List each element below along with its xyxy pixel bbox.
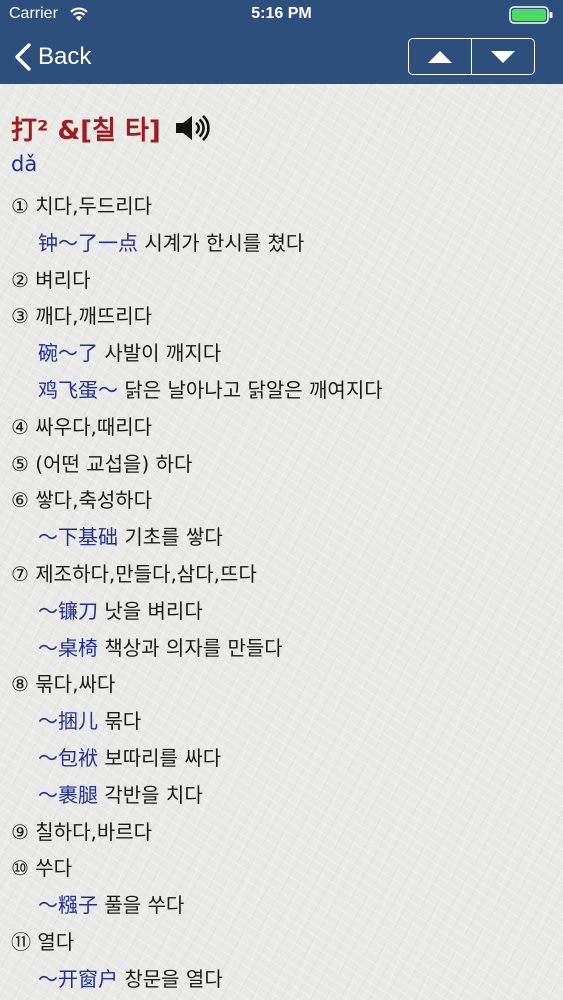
sense-line: ⑨ 칠하다,바르다	[11, 819, 153, 844]
example-chinese: ～捆儿	[38, 709, 98, 734]
entry-stepper	[408, 38, 535, 75]
example-translation: 시계가 한시를 쳤다	[138, 230, 305, 255]
example-chinese: ～包袱	[38, 746, 98, 770]
example-line: ～桌椅 책상과 의자를 만들다	[38, 630, 563, 666]
next-entry-button[interactable]	[471, 39, 534, 74]
headword: 打² &[칠 타]	[11, 115, 161, 146]
example-chinese: ～开窗户	[38, 966, 118, 991]
sense-line: ④ 싸우다,때리다	[11, 414, 153, 439]
sense-line: ① 치다,두드리다	[11, 194, 153, 218]
example-translation: 창문을 열다	[118, 966, 223, 991]
example-chinese: ～镰刀	[38, 598, 98, 623]
sense-line: ⑤ (어떤 교섭을) 하다	[11, 451, 193, 476]
example-translation: 각반을 치다	[98, 782, 203, 807]
example-translation: 묶다	[98, 709, 142, 734]
example-chinese: ～糨子	[38, 893, 98, 918]
example-translation: 책상과 의자를 만들다	[98, 635, 283, 660]
example-chinese: ～桌椅	[38, 635, 98, 660]
pinyin: dǎ	[11, 152, 38, 176]
sense-line: ⑦ 제조하다,만들다,삼다,뜨다	[11, 562, 257, 586]
example-chinese: ～裹腿	[38, 782, 98, 807]
example-translation: 낫을 벼리다	[98, 598, 203, 623]
example-chinese: ～下基础	[38, 525, 118, 550]
example-line: 鸡飞蛋～ 닭은 날아나고 닭알은 깨여지다	[38, 372, 563, 408]
example-line: ～镰刀 낫을 벼리다	[38, 593, 563, 629]
example-line: 钟～了一点 시계가 한시를 쳤다	[38, 225, 563, 261]
sense-line: ⑥ 쌓다,축성하다	[11, 488, 153, 513]
back-label: Back	[38, 43, 92, 70]
example-translation: 보따리를 싸다	[98, 746, 222, 770]
example-translation: 풀을 쑤다	[98, 893, 185, 918]
sense-line: ③ 깨다,깨뜨리다	[11, 304, 153, 329]
chevron-left-icon	[15, 43, 31, 71]
headword-row: 打² &[칠 타]	[11, 110, 211, 146]
sense-line: ⑪ 열다	[11, 930, 75, 954]
previous-entry-button[interactable]	[409, 39, 471, 74]
sense-line: ⑧ 묶다,싸다	[11, 672, 116, 697]
speaker-icon[interactable]	[175, 114, 211, 142]
example-line: 碗～了 사발이 깨지다	[38, 335, 563, 371]
example-translation: 기초를 쌓다	[118, 525, 223, 550]
example-translation: 닭은 날아나고 닭알은 깨여지다	[118, 378, 383, 402]
back-button[interactable]: Back	[14, 40, 91, 74]
example-line: ～捆儿 묶다	[38, 703, 563, 739]
sense-line: ⑩ 쑤다	[11, 856, 73, 881]
example-chinese: 钟～了一点	[38, 230, 138, 255]
navigation-bar: Back	[0, 30, 563, 84]
example-line: ～包袱 보따리를 싸다	[38, 740, 563, 776]
arrow-down-icon	[491, 50, 515, 63]
example-line: ～裹腿 각반을 치다	[38, 777, 563, 813]
example-translation: 사발이 깨지다	[98, 341, 222, 366]
dictionary-entry: 打² &[칠 타] dǎ ① 치다,두드리다 钟～了一点 시계가 한시를 쳤다 ② …	[0, 84, 563, 1000]
status-bar: Carrier 5:16 PM	[0, 0, 563, 30]
example-chinese: 碗～了	[38, 341, 98, 366]
status-time: 5:16 PM	[251, 5, 312, 22]
example-chinese: 鸡飞蛋～	[38, 378, 118, 402]
example-line: ～下基础 기초를 쌓다	[38, 519, 563, 555]
example-line: ～开窗户 창문을 열다	[38, 961, 563, 997]
arrow-up-icon	[428, 50, 452, 63]
example-line: ～糨子 풀을 쑤다	[38, 887, 563, 923]
sense-line: ② 벼리다	[11, 267, 91, 292]
battery-icon	[509, 6, 555, 24]
